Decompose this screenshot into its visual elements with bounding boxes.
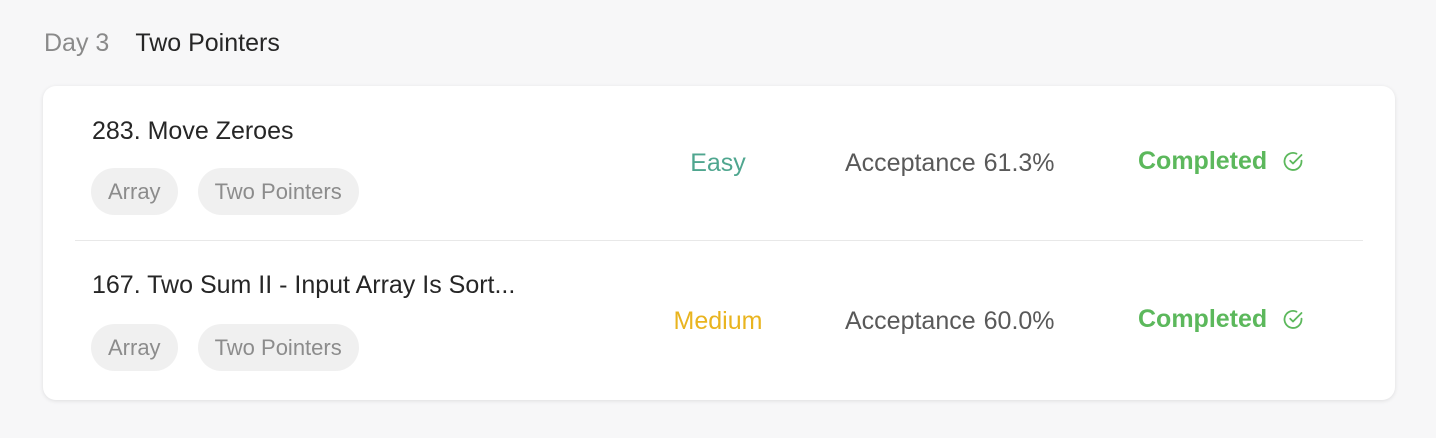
acceptance-value: 60.0%: [983, 307, 1055, 335]
day-header: Day 3 Two Pointers: [44, 26, 280, 60]
problem-tags: Array Two Pointers: [91, 324, 359, 371]
problem-title[interactable]: 167. Two Sum II - Input Array Is Sort...: [92, 271, 602, 300]
acceptance-value: 61.3%: [983, 149, 1055, 177]
problem-tags: Array Two Pointers: [91, 168, 359, 215]
tag-chip[interactable]: Array: [91, 324, 178, 371]
acceptance-rate: Acceptance 61.3%: [845, 149, 1055, 178]
acceptance-label: Acceptance: [845, 149, 976, 177]
tag-chip[interactable]: Array: [91, 168, 178, 215]
status-completed: Completed: [1138, 147, 1305, 176]
problem-row[interactable]: 283. Move Zeroes Array Two Pointers Easy…: [43, 86, 1395, 242]
acceptance-rate: Acceptance 60.0%: [845, 307, 1055, 336]
acceptance-label: Acceptance: [845, 307, 976, 335]
circle-check-icon: [1281, 308, 1305, 332]
day-label: Day 3: [44, 28, 110, 57]
status-label: Completed: [1138, 305, 1268, 333]
row-divider: [75, 240, 1363, 241]
tag-chip[interactable]: Two Pointers: [197, 324, 359, 371]
problem-list-card: 283. Move Zeroes Array Two Pointers Easy…: [43, 86, 1395, 400]
day-topic-title: Two Pointers: [135, 28, 280, 57]
tag-chip[interactable]: Two Pointers: [197, 168, 359, 215]
status-completed: Completed: [1138, 305, 1305, 334]
difficulty-label: Easy: [690, 149, 746, 177]
problem-title[interactable]: 283. Move Zeroes: [92, 117, 602, 146]
status-label: Completed: [1138, 147, 1268, 175]
circle-check-icon: [1281, 150, 1305, 174]
problem-row[interactable]: 167. Two Sum II - Input Array Is Sort...…: [43, 242, 1395, 398]
difficulty-label: Medium: [673, 307, 763, 335]
